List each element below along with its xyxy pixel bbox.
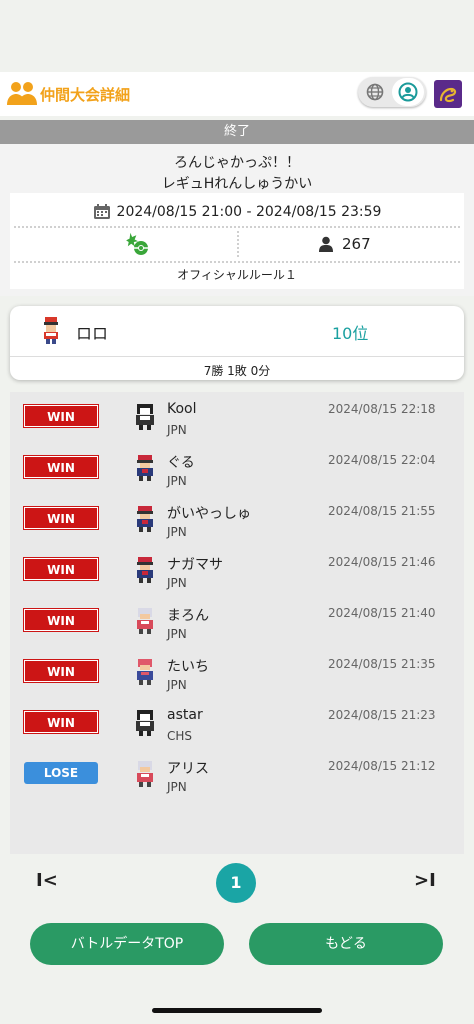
page-title: 仲間大会詳細: [40, 86, 131, 104]
calendar-icon: [93, 204, 110, 219]
last-page-button[interactable]: >I: [414, 870, 436, 891]
match-time: 2024/08/15 21:35: [328, 657, 436, 671]
status-ended-bar: 終了: [0, 120, 474, 144]
trainer-sprite-icon: [137, 608, 153, 634]
opponent-country: JPN: [167, 780, 187, 794]
match-time: 2024/08/15 21:23: [328, 708, 436, 722]
tournament-name-line1: ろんじゃかっぷ！！: [174, 155, 300, 171]
divider: [14, 226, 460, 228]
match-row[interactable]: LOSE アリス JPN 2024/08/15 21:12: [10, 749, 464, 800]
person-icon: [319, 236, 333, 252]
match-time: 2024/08/15 21:46: [328, 555, 436, 569]
opponent-name: アリス: [167, 761, 209, 777]
match-time: 2024/08/15 22:04: [328, 453, 436, 467]
trainer-sprite-icon: [44, 317, 58, 344]
divider: [10, 356, 464, 357]
result-badge: WIN: [23, 608, 99, 632]
opponent-country: JPN: [167, 525, 187, 539]
status-bar: [0, 0, 474, 72]
first-page-button[interactable]: I<: [36, 870, 58, 891]
opponent-name: まろん: [167, 608, 209, 624]
people-icon: [7, 82, 37, 105]
result-badge: WIN: [23, 455, 99, 479]
trainer-sprite-icon: [137, 455, 153, 481]
match-row[interactable]: WIN astar CHS 2024/08/15 21:23: [10, 698, 464, 749]
rule-label: オフィシャルルール１: [177, 268, 297, 282]
divider: [237, 231, 239, 257]
match-row[interactable]: WIN がいやっしゅ JPN 2024/08/15 21:55: [10, 494, 464, 545]
tournament-name-line2: レギュHれんしゅうかい: [161, 176, 313, 192]
globe-icon: [366, 83, 384, 101]
opponent-country: CHS: [167, 729, 193, 743]
trainer-sprite-icon: [136, 710, 154, 736]
result-badge: WIN: [23, 506, 99, 530]
match-time: 2024/08/15 22:18: [328, 402, 436, 416]
match-row[interactable]: WIN まろん JPN 2024/08/15 21:40: [10, 596, 464, 647]
home-indicator[interactable]: [152, 1008, 322, 1013]
opponent-name: たいち: [167, 659, 209, 675]
battle-data-top-button[interactable]: バトルデータTOP: [30, 923, 224, 965]
divider: [14, 261, 460, 263]
dragon-emblem-icon: [439, 87, 457, 103]
trainer-sprite-icon: [136, 404, 154, 430]
player-rank: 10位: [332, 324, 369, 343]
trainer-sprite-icon: [137, 761, 153, 787]
opponent-name: astar: [167, 707, 203, 723]
result-badge: WIN: [23, 404, 99, 428]
result-badge: WIN: [23, 659, 99, 683]
opponent-name: Kool: [167, 401, 197, 417]
opponent-country: JPN: [167, 474, 187, 488]
player-name: ロロ: [76, 324, 109, 343]
match-row[interactable]: WIN Kool JPN 2024/08/15 22:18: [10, 392, 464, 443]
opponent-name: がいやっしゅ: [167, 506, 251, 522]
opponent-name: ぐる: [167, 455, 195, 471]
players-count: 267: [342, 235, 371, 253]
tournament-info-card: 2024/08/15 21:00 - 2024/08/15 23:59 267 …: [10, 193, 464, 289]
user-circle-icon: [398, 82, 418, 102]
match-time: 2024/08/15 21:40: [328, 606, 436, 620]
opponent-country: JPN: [167, 423, 187, 437]
players-count-group: 267: [318, 235, 371, 253]
trainer-sprite-icon: [137, 557, 153, 583]
friends-toggle[interactable]: [392, 78, 424, 106]
date-range: 2024/08/15 21:00 - 2024/08/15 23:59: [116, 204, 382, 220]
dragon-app-icon[interactable]: [434, 80, 462, 108]
current-page-button[interactable]: 1: [216, 863, 256, 903]
globe-toggle[interactable]: [360, 79, 390, 105]
result-badge: WIN: [23, 710, 99, 734]
match-row[interactable]: WIN たいち JPN 2024/08/15 21:35: [10, 647, 464, 698]
trainer-sprite-icon: [137, 506, 153, 532]
match-time: 2024/08/15 21:55: [328, 504, 436, 518]
opponent-country: JPN: [167, 678, 187, 692]
player-summary-card: ロロ 10位 7勝 1敗 0分: [10, 306, 464, 380]
result-badge: LOSE: [24, 762, 98, 784]
player-record: 7勝 1敗 0分: [203, 364, 271, 378]
opponent-country: JPN: [167, 576, 187, 590]
match-row[interactable]: WIN ぐる JPN 2024/08/15 22:04: [10, 443, 464, 494]
trainer-sprite-icon: [137, 659, 153, 685]
date-row: 2024/08/15 21:00 - 2024/08/15 23:59: [10, 201, 464, 223]
match-time: 2024/08/15 21:12: [328, 759, 436, 773]
view-toggle[interactable]: [358, 77, 426, 107]
opponent-name: ナガマサ: [167, 557, 223, 573]
match-list[interactable]: WIN Kool JPN 2024/08/15 22:18 WIN ぐる JPN…: [10, 392, 464, 854]
result-badge: WIN: [23, 557, 99, 581]
back-button[interactable]: もどる: [249, 923, 443, 965]
point-icon: [126, 232, 148, 255]
opponent-country: JPN: [167, 627, 187, 641]
match-row[interactable]: WIN ナガマサ JPN 2024/08/15 21:46: [10, 545, 464, 596]
